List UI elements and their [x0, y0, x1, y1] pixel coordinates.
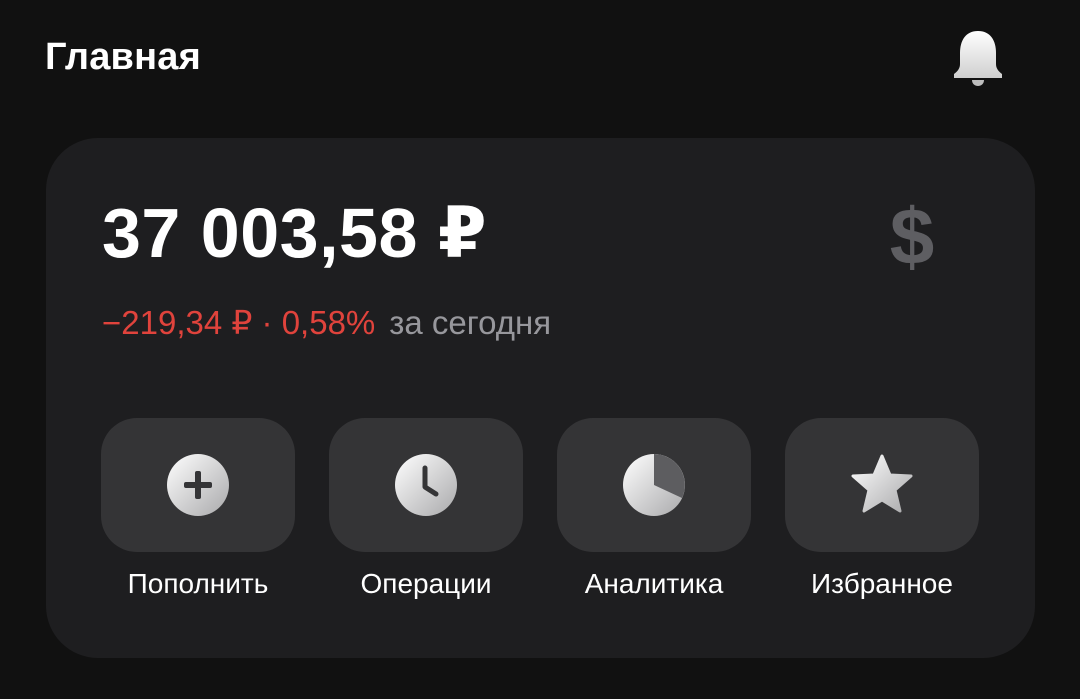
- change-period: за сегодня: [389, 304, 552, 341]
- plus-circle-icon: [167, 454, 229, 516]
- page-title: Главная: [45, 36, 201, 78]
- balance-card: 37 003,58 ₽ $ −219,34 ₽ · 0,58% за сегодн…: [46, 138, 1035, 658]
- action-tile[interactable]: [557, 418, 751, 552]
- dollar-icon[interactable]: $: [884, 196, 940, 280]
- bell-icon[interactable]: [946, 26, 1010, 90]
- balance-amount: 37 003,58 ₽: [102, 194, 488, 272]
- quick-actions: Пополнить Операции Аналитика Избранное: [101, 418, 981, 599]
- change-value: −219,34 ₽ · 0,58%: [102, 304, 376, 341]
- daily-change: −219,34 ₽ · 0,58% за сегодня: [102, 306, 551, 339]
- top-up-button[interactable]: Пополнить: [101, 418, 295, 599]
- action-label: Избранное: [811, 568, 953, 599]
- operations-button[interactable]: Операции: [329, 418, 523, 599]
- analytics-button[interactable]: Аналитика: [557, 418, 751, 599]
- clock-icon: [395, 454, 457, 516]
- star-icon: [851, 454, 913, 513]
- favorites-button[interactable]: Избранное: [785, 418, 979, 599]
- action-tile[interactable]: [785, 418, 979, 552]
- pie-chart-icon: [623, 454, 685, 516]
- action-tile[interactable]: [329, 418, 523, 552]
- svg-text:$: $: [890, 196, 935, 280]
- home-screen: Главная 37 003,58 ₽ $ −219,34 ₽ · 0,58% з…: [0, 0, 1080, 699]
- action-tile[interactable]: [101, 418, 295, 552]
